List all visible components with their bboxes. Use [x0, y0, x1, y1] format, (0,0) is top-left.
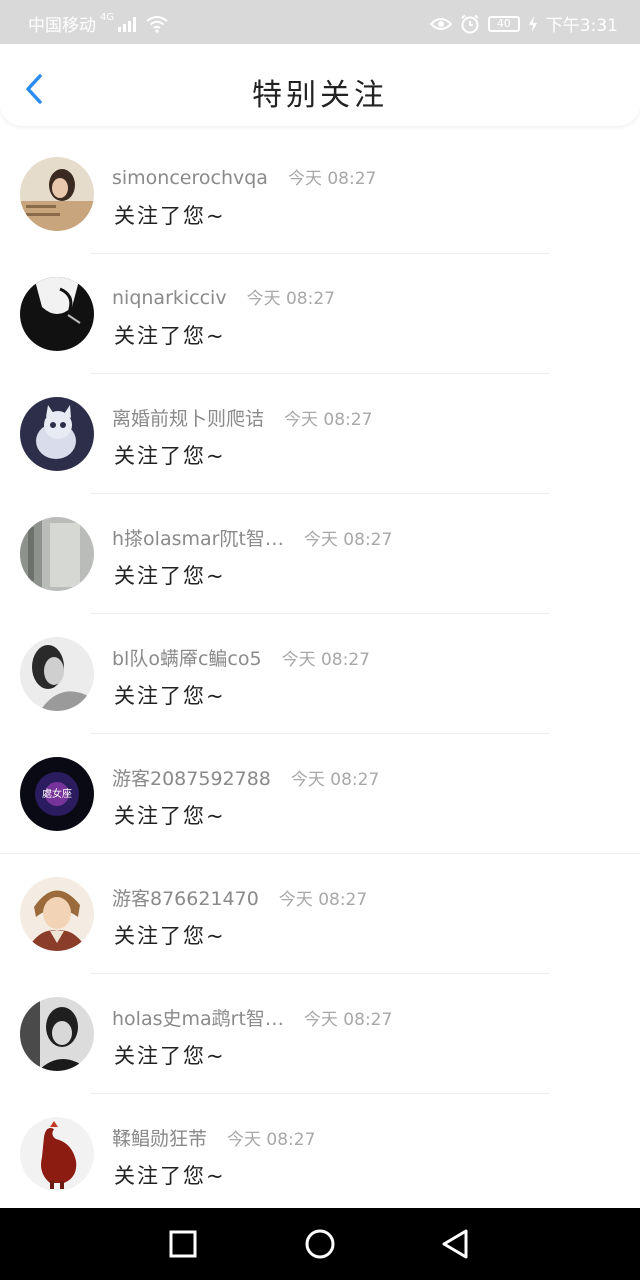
navigation-bar	[0, 1208, 640, 1280]
item-meta: h搽olasmar阢t智… 今天 08:27	[112, 524, 392, 551]
timestamp: 今天 08:27	[303, 530, 393, 550]
triangle-back-icon	[442, 1229, 468, 1259]
recents-button[interactable]	[163, 1226, 203, 1262]
avatar	[20, 157, 94, 231]
list-item[interactable]: 鞣鲳勋狂芾 今天 08:27 关注了您~	[0, 1094, 640, 1214]
status-bar: 中国移动 4G 40 下午3:31	[0, 0, 640, 44]
username: holas史ma鹉rt智…	[112, 1008, 284, 1030]
timestamp: 今天 08:27	[227, 1130, 316, 1150]
clock: 下午3:31	[545, 16, 618, 36]
username: 游客2087592788	[112, 768, 271, 790]
username: bl队o螨厣c鳊co5	[112, 648, 262, 670]
page-title: 特别关注	[252, 78, 388, 113]
avatar-badge-text: 處女座	[42, 787, 72, 800]
message-text: 关注了您~	[114, 684, 226, 708]
username: niqnarkicciv	[112, 287, 227, 309]
home-button[interactable]	[300, 1226, 340, 1262]
username: simoncerochvqa	[112, 167, 268, 189]
timestamp: 今天 08:27	[246, 289, 335, 309]
item-meta: 游客2087592788 今天 08:27	[112, 764, 379, 791]
status-left: 中国移动 4G	[28, 11, 168, 36]
message-text: 关注了您~	[114, 444, 226, 468]
message-text: 关注了您~	[114, 204, 226, 228]
avatar	[20, 517, 94, 591]
avatar	[20, 397, 94, 471]
timestamp: 今天 08:27	[290, 770, 380, 790]
item-meta: holas史ma鹉rt智… 今天 08:27	[112, 1004, 392, 1031]
username: 离婚前规卜则爬诘	[112, 408, 265, 430]
avatar	[20, 997, 94, 1071]
header-bar: 特别关注	[0, 44, 640, 126]
list-item[interactable]: holas史ma鹉rt智… 今天 08:27 关注了您~	[0, 974, 640, 1094]
follow-list: simoncerochvqa 今天 08:27 关注了您~ niqnarkicc…	[0, 134, 640, 1214]
alarm-icon	[461, 14, 479, 33]
item-meta: 鞣鲳勋狂芾 今天 08:27	[112, 1124, 315, 1151]
message-text: 关注了您~	[114, 1044, 226, 1068]
carrier-label: 中国移动	[28, 16, 96, 36]
list-item[interactable]: 离婚前规卜则爬诘 今天 08:27 关注了您~	[0, 374, 640, 494]
battery-icon: 40	[487, 15, 520, 32]
list-item[interactable]: bl队o螨厣c鳊co5 今天 08:27 关注了您~	[0, 614, 640, 734]
timestamp: 今天 08:27	[284, 410, 373, 430]
message-text: 关注了您~	[114, 564, 226, 588]
item-meta: bl队o螨厣c鳊co5 今天 08:27	[112, 644, 370, 671]
circle-icon	[305, 1229, 335, 1259]
username: h搽olasmar阢t智…	[112, 528, 284, 550]
timestamp: 今天 08:27	[278, 890, 368, 910]
message-text: 关注了您~	[114, 1164, 226, 1188]
eye-icon	[429, 17, 452, 30]
timestamp: 今天 08:27	[287, 169, 377, 189]
network-type: 4G	[100, 12, 115, 23]
avatar	[20, 277, 94, 351]
username: 游客876621470	[112, 888, 259, 910]
signal-icon	[118, 16, 137, 32]
item-meta: simoncerochvqa 今天 08:27	[112, 164, 376, 189]
timestamp: 今天 08:27	[281, 650, 370, 670]
square-icon	[169, 1230, 197, 1258]
nav-back-button[interactable]	[436, 1226, 476, 1262]
list-item[interactable]: 游客876621470 今天 08:27 关注了您~	[0, 854, 640, 974]
status-right: 40 下午3:31	[429, 11, 618, 36]
message-text: 关注了您~	[114, 324, 226, 348]
avatar: 處女座	[20, 757, 94, 831]
list-item[interactable]: h搽olasmar阢t智… 今天 08:27 关注了您~	[0, 494, 640, 614]
item-meta: 离婚前规卜则爬诘 今天 08:27	[112, 404, 372, 431]
list-item[interactable]: simoncerochvqa 今天 08:27 关注了您~	[0, 134, 640, 254]
avatar	[20, 637, 94, 711]
message-text: 关注了您~	[114, 804, 226, 828]
message-text: 关注了您~	[114, 924, 226, 948]
list-item[interactable]: 處女座 游客2087592788 今天 08:27 关注了您~	[0, 734, 640, 854]
item-meta: niqnarkicciv 今天 08:27	[112, 284, 335, 309]
list-item[interactable]: niqnarkicciv 今天 08:27 关注了您~	[0, 254, 640, 374]
timestamp: 今天 08:27	[303, 1010, 393, 1030]
item-meta: 游客876621470 今天 08:27	[112, 884, 367, 911]
avatar	[20, 877, 94, 951]
username: 鞣鲳勋狂芾	[112, 1128, 208, 1150]
charging-icon	[528, 15, 537, 32]
avatar	[20, 1117, 94, 1191]
wifi-icon	[146, 15, 168, 33]
